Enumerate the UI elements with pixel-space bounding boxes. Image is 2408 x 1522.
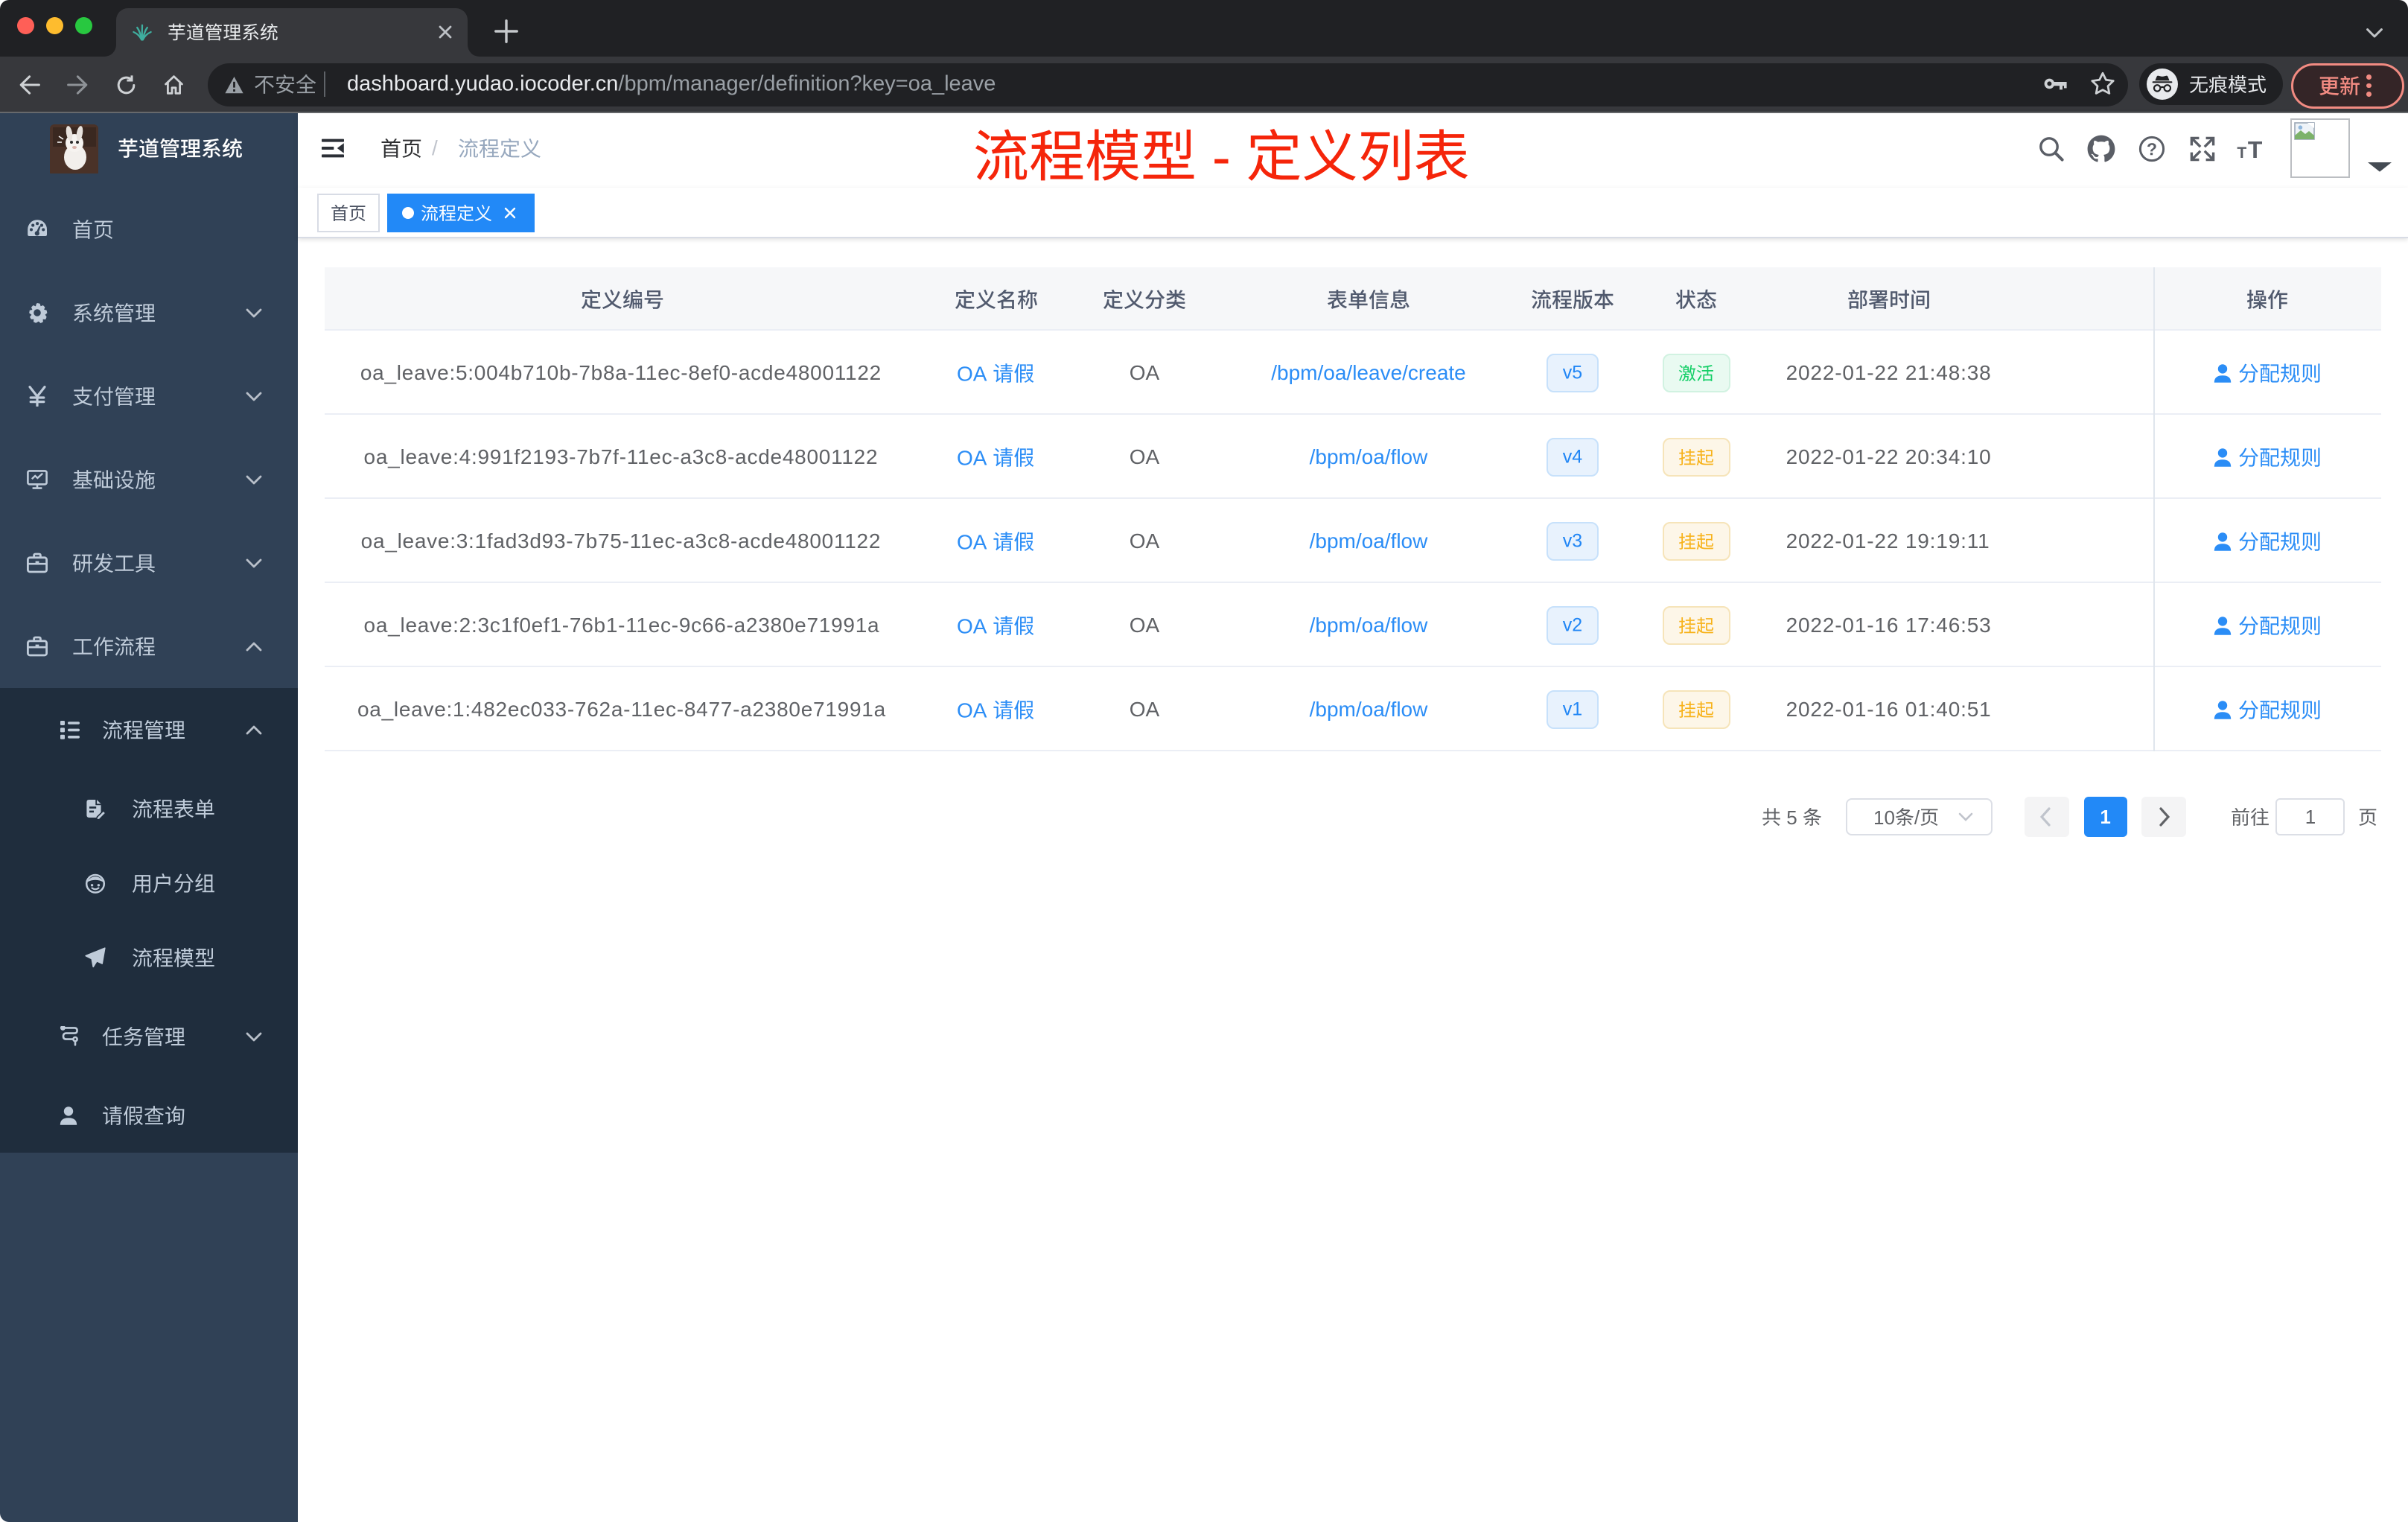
- svg-text:-: -: [1197, 126, 1246, 188]
- svg-text:OA: OA: [957, 446, 993, 469]
- svg-text:OA: OA: [957, 362, 993, 385]
- svg-text:OA: OA: [957, 698, 993, 722]
- svg-text:10: 10: [1873, 806, 1895, 829]
- svg-text:OA: OA: [957, 614, 993, 637]
- svg-text:/: /: [1914, 806, 1920, 829]
- svg-text:OA: OA: [957, 530, 993, 553]
- svg-text:5: 5: [1781, 806, 1803, 829]
